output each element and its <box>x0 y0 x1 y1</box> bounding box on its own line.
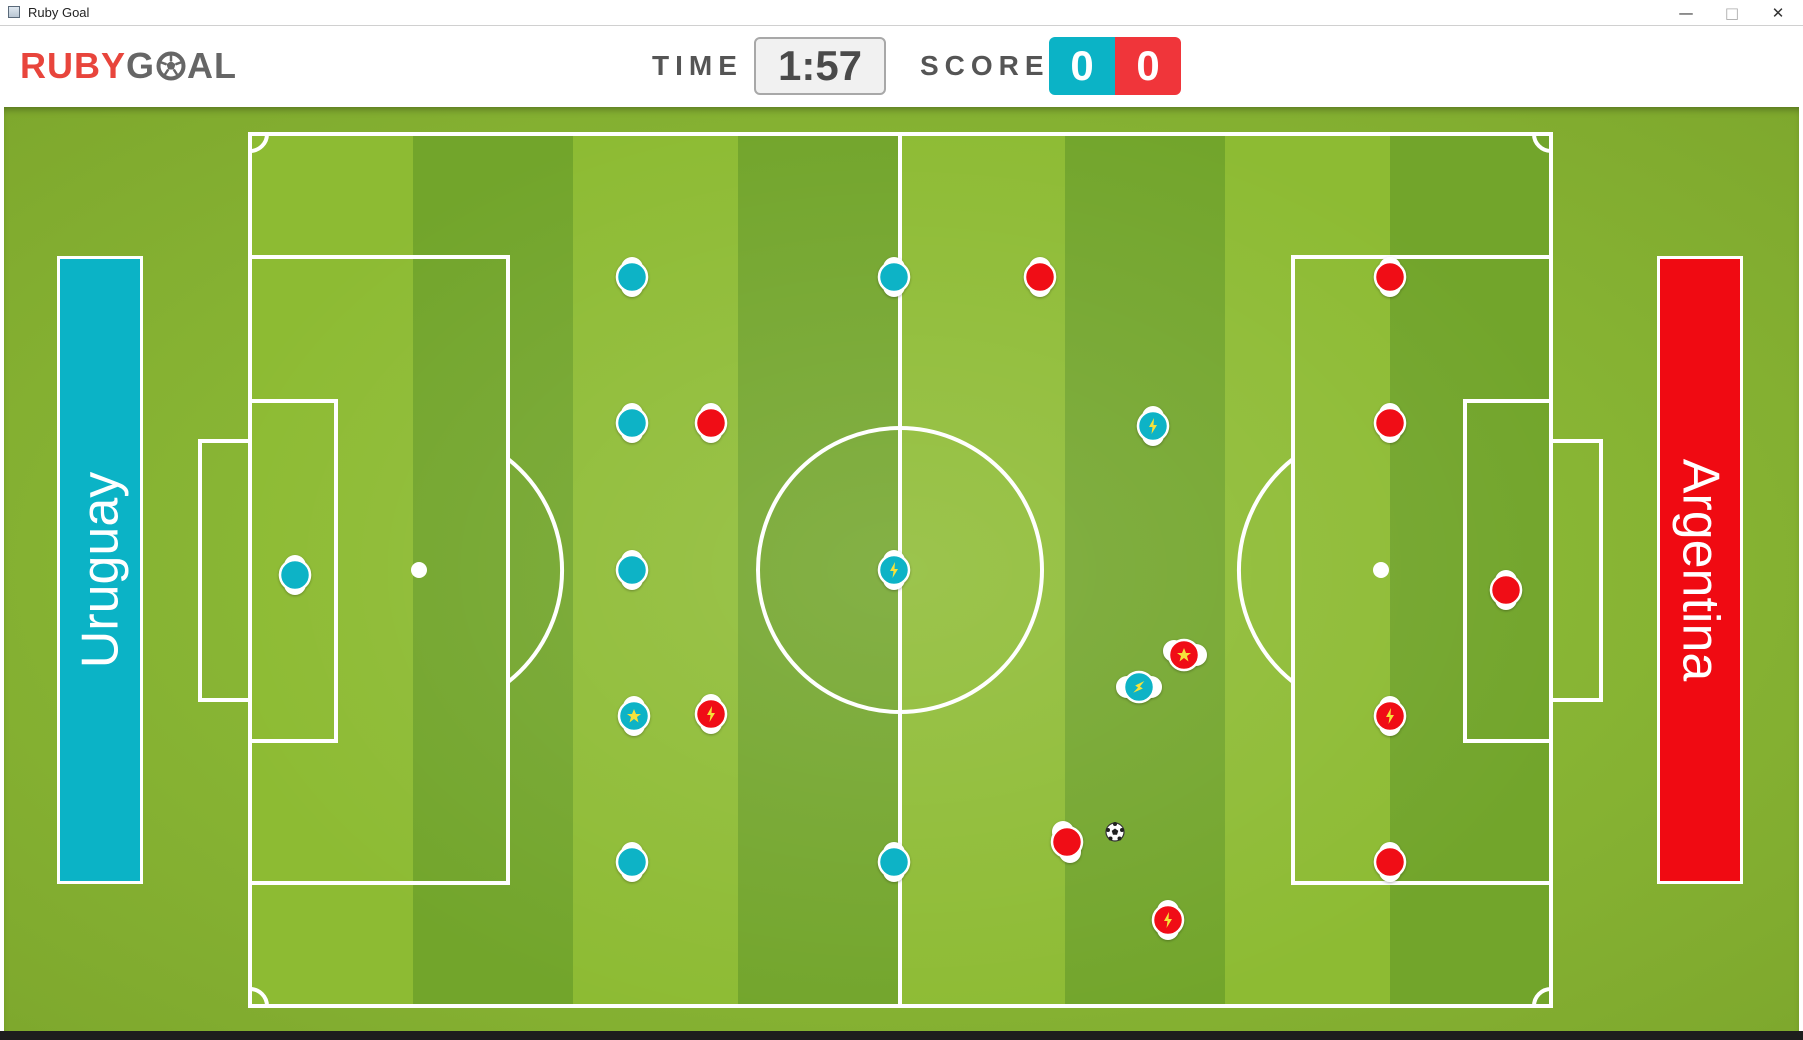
right-goal <box>1549 439 1603 702</box>
left-penalty-spot <box>411 562 427 578</box>
left-goal <box>198 439 252 702</box>
soccer-pitch <box>198 132 1603 1008</box>
right-penalty-spot <box>1373 562 1389 578</box>
soccer-ball-icon <box>1105 822 1125 842</box>
